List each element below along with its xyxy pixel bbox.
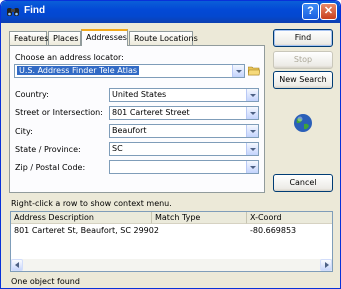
find-dialog: Find ? ✕ Features Places Addresses Route…	[0, 0, 341, 289]
status-text: One object found	[11, 277, 80, 286]
tab-places[interactable]: Places	[48, 31, 81, 46]
locator-label: Choose an address locator:	[15, 53, 124, 62]
folder-icon[interactable]	[248, 65, 260, 76]
horizontal-scrollbar[interactable]	[11, 259, 332, 271]
results-table[interactable]: Address Description Match Type X-Coord 8…	[10, 211, 333, 272]
column-header-match-type[interactable]: Match Type	[152, 212, 247, 224]
state-input[interactable]: SC	[109, 142, 259, 156]
chevron-down-icon[interactable]	[246, 143, 258, 155]
column-header-address[interactable]: Address Description	[11, 212, 152, 224]
window-title: Find	[24, 5, 46, 16]
tab-addresses[interactable]: Addresses	[81, 29, 128, 46]
country-label: Country:	[15, 90, 49, 99]
chevron-down-icon[interactable]	[246, 125, 258, 137]
zip-label: Zip / Postal Code:	[15, 163, 86, 172]
table-cell-match-type[interactable]	[152, 225, 247, 236]
table-cell-x-coord[interactable]: -80.669853	[247, 225, 332, 236]
chevron-down-icon[interactable]	[246, 161, 258, 173]
cancel-button[interactable]: Cancel	[273, 174, 333, 192]
locator-value: U.S. Address Finder Tele Atlas	[17, 66, 140, 75]
stop-button[interactable]: Stop	[273, 51, 333, 69]
locator-select[interactable]: U.S. Address Finder Tele Atlas	[14, 64, 245, 78]
new-search-button[interactable]: New Search	[273, 71, 333, 89]
help-button[interactable]: ?	[302, 3, 319, 20]
street-value: 801 Carteret Street	[112, 108, 190, 117]
context-hint: Right-click a row to show context menu.	[11, 199, 172, 208]
city-value: Beaufort	[112, 126, 147, 135]
column-header-x-coord[interactable]: X-Coord	[247, 212, 332, 224]
table-row[interactable]: 801 Carteret St, Beaufort, SC 29902	[11, 225, 159, 236]
scroll-left-icon[interactable]	[11, 259, 23, 271]
state-value: SC	[112, 144, 123, 153]
zip-input[interactable]	[109, 160, 259, 174]
city-label: City:	[15, 127, 33, 136]
scroll-right-icon[interactable]	[320, 259, 332, 271]
country-select[interactable]: United States	[109, 88, 259, 102]
chevron-down-icon[interactable]	[246, 107, 258, 119]
tab-route-locations[interactable]: Route Locations	[129, 31, 198, 46]
chevron-down-icon[interactable]	[232, 65, 244, 77]
country-value: United States	[112, 90, 167, 99]
state-label: State / Province:	[15, 145, 81, 154]
tab-features[interactable]: Features	[9, 31, 48, 46]
close-button[interactable]: ✕	[320, 3, 337, 20]
city-input[interactable]: Beaufort	[109, 124, 259, 138]
globe-icon	[294, 114, 312, 132]
find-button[interactable]: Find	[273, 29, 333, 47]
title-bar[interactable]: Find ? ✕	[1, 1, 340, 23]
street-input[interactable]: 801 Carteret Street	[109, 106, 259, 120]
binoculars-icon	[7, 8, 19, 16]
street-label: Street or Intersection:	[15, 108, 103, 117]
chevron-down-icon[interactable]	[246, 89, 258, 101]
